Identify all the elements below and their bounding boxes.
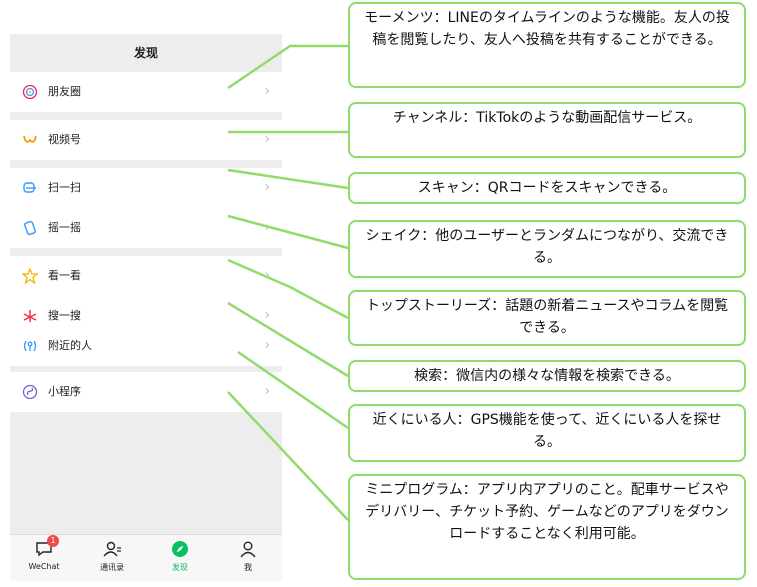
connector-line [227, 44, 348, 90]
connector-line [227, 391, 349, 521]
callout-people-nearby: 近くにいる人：GPS機能を使って、近くにいる人を探せる。 [348, 404, 746, 462]
callout-scan: スキャン：QRコードをスキャンできる。 [348, 172, 746, 204]
connector-line [227, 301, 349, 378]
callout-channels: チャンネル：TikTokのような動画配信サービス。 [348, 102, 746, 158]
connector-line [237, 350, 349, 430]
callout-top-stories: トップストーリーズ：話題の新着ニュースやコラムを閲覧できる。 [348, 290, 746, 346]
connector-line [227, 214, 349, 250]
callout-moments: モーメンツ：LINEのタイムラインのような機能。友人の投稿を閲覧したり、友人へ投… [348, 2, 746, 88]
callout-search: 検索：微信内の様々な情報を検索できる。 [348, 360, 746, 392]
connector-line [227, 258, 349, 320]
connector-line [227, 168, 349, 190]
callout-shake: シェイク：他のユーザーとランダムにつながり、交流できる。 [348, 220, 746, 278]
callout-mini-programs: ミニプログラム：アプリ内アプリのこと。配車サービスやデリバリー、チケット予約、ゲ… [348, 474, 746, 580]
